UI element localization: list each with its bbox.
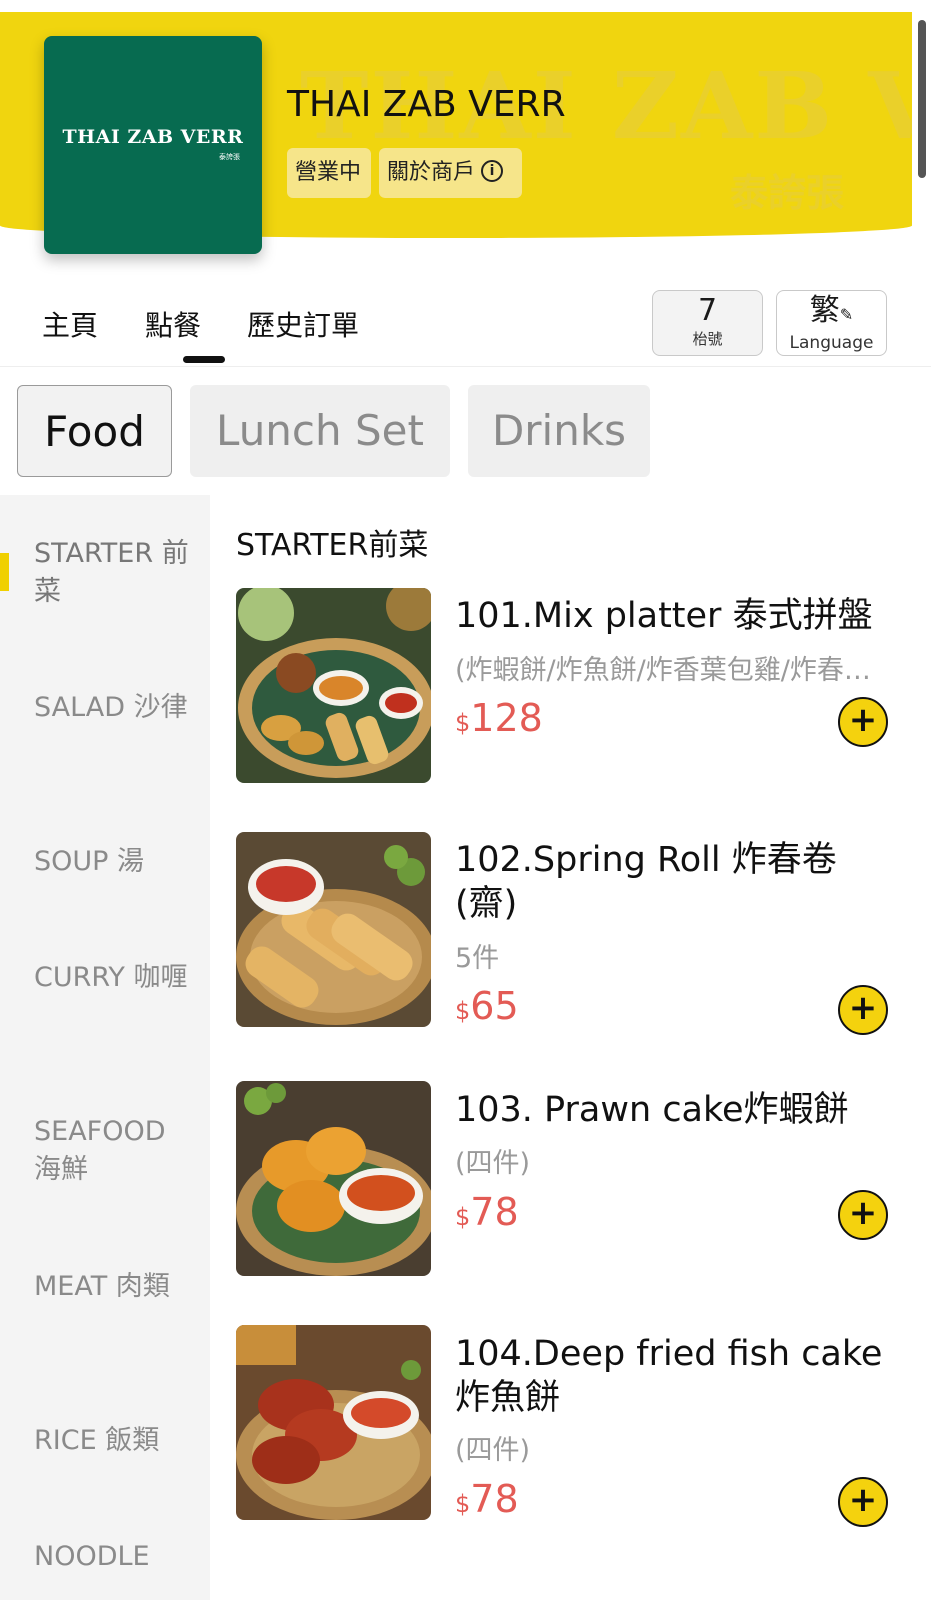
tab-order-history[interactable]: 歷史訂單 xyxy=(247,304,359,344)
dish-description: (四件) xyxy=(455,1435,531,1466)
plus-circle-icon: + xyxy=(848,1193,878,1233)
status-badge: 營業中 xyxy=(287,148,371,198)
add-to-cart-button[interactable]: + xyxy=(838,697,888,747)
dish-name[interactable]: 102.Spring Roll 炸春卷(齋) xyxy=(455,838,895,926)
banner-watermark-sub: 泰誇張 xyxy=(730,171,845,215)
category-tab-food[interactable]: Food xyxy=(17,385,172,477)
add-to-cart-button[interactable]: + xyxy=(838,1190,888,1240)
sidebar-item-soup[interactable]: SOUP 湯 xyxy=(34,843,189,881)
dish-description: (四件) xyxy=(455,1148,531,1179)
store-name: THAI ZAB VERR xyxy=(287,84,566,125)
dish-name[interactable]: 101.Mix platter 泰式拼盤 xyxy=(455,594,895,638)
page-scrollbar[interactable] xyxy=(918,20,926,178)
plus-circle-icon: + xyxy=(848,700,878,740)
dish-description: (炸蝦餅/炸魚餅/炸香葉包雞/炸春卷) xyxy=(455,655,875,686)
tab-order[interactable]: 點餐 xyxy=(145,304,201,344)
logo-subtext: 泰誇張 xyxy=(219,153,240,161)
tab-home[interactable]: 主頁 xyxy=(42,304,98,344)
sidebar-item-salad[interactable]: SALAD 沙律 xyxy=(34,689,189,727)
dish-description: 5件 xyxy=(455,943,500,974)
table-number-label: 枱號 xyxy=(692,330,723,348)
add-to-cart-button[interactable]: + xyxy=(838,1477,888,1527)
sidebar-item-seafood[interactable]: SEAFOOD 海鮮 xyxy=(34,1113,189,1189)
language-label: Language xyxy=(789,333,874,353)
about-merchant-label: 關於商戶 xyxy=(387,160,476,185)
sidebar-item-rice[interactable]: RICE 飯類 xyxy=(34,1422,189,1460)
sidebar-item-curry[interactable]: CURRY 咖喱 xyxy=(34,959,189,997)
dish-image[interactable] xyxy=(236,588,431,783)
sidebar-active-marker xyxy=(0,553,9,591)
logo-text: THAI ZAB VERR xyxy=(62,126,244,148)
category-tab-lunch-set[interactable]: Lunch Set xyxy=(190,385,450,477)
edit-pencil-icon: ✎ xyxy=(839,305,854,324)
dish-name[interactable]: 104.Deep fried fish cake 炸魚餅 xyxy=(455,1332,895,1420)
add-to-cart-button[interactable]: + xyxy=(838,985,888,1035)
dish-image[interactable] xyxy=(236,832,431,1027)
dish-name[interactable]: 103. Prawn cake炸蝦餅 xyxy=(455,1088,895,1132)
active-tab-indicator xyxy=(183,356,225,363)
table-number-box[interactable]: 7 枱號 xyxy=(652,290,763,356)
plus-circle-icon: + xyxy=(848,988,878,1028)
dish-price: $78 xyxy=(455,1477,519,1521)
dish-image[interactable] xyxy=(236,1081,431,1276)
info-icon: i xyxy=(481,160,504,182)
dish-price: $78 xyxy=(455,1190,519,1234)
sidebar-item-starter[interactable]: STARTER 前菜 xyxy=(34,535,189,611)
store-logo: THAI ZAB VERR 泰誇張 xyxy=(44,36,262,254)
status-label: 營業中 xyxy=(295,160,362,185)
section-title: STARTER前菜 xyxy=(236,528,429,563)
plus-circle-icon: + xyxy=(848,1480,878,1520)
about-merchant-button[interactable]: 關於商戶 i xyxy=(379,148,522,198)
table-number: 7 xyxy=(697,293,718,328)
sidebar-item-noodle[interactable]: NOODLE xyxy=(34,1538,189,1576)
sidebar-item-meat[interactable]: MEAT 肉類 xyxy=(34,1268,189,1306)
nav-divider xyxy=(0,366,931,367)
language-button[interactable]: 繁✎ Language xyxy=(776,290,887,356)
dish-price: $128 xyxy=(455,696,543,740)
dish-price: $65 xyxy=(455,984,519,1028)
category-tab-drinks[interactable]: Drinks xyxy=(468,385,650,477)
language-char: 繁 xyxy=(809,293,840,328)
dish-image[interactable] xyxy=(236,1325,431,1520)
